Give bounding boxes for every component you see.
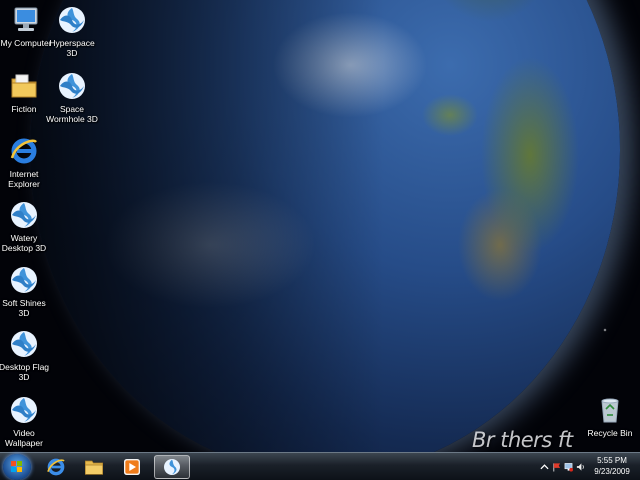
screensaver-icon — [8, 264, 40, 296]
screensaver-app-icon — [164, 459, 180, 475]
icon-label: Internet Explorer — [8, 169, 40, 189]
computer-icon — [10, 4, 42, 36]
internet-explorer-icon — [8, 135, 40, 167]
icon-label: Watery Desktop 3D — [1, 233, 47, 253]
icon-label: Video Wallpaper — [5, 428, 43, 448]
taskbar-media-player[interactable] — [114, 455, 150, 479]
desktop[interactable]: My Computer Hyperspace 3D Fiction Space … — [0, 0, 640, 452]
flag-icon[interactable] — [552, 462, 561, 472]
clock-time: 5:55 PM — [597, 456, 627, 465]
clock[interactable]: 5:55 PM 9/23/2009 — [588, 455, 636, 477]
screensaver-icon — [56, 4, 88, 36]
windows-start-icon — [11, 461, 22, 472]
system-tray — [540, 458, 590, 476]
desktop-icon-soft-shines-3d[interactable]: Soft Shines 3D — [0, 264, 54, 318]
screensaver-icon — [8, 328, 40, 360]
folder-icon — [85, 460, 103, 475]
network-icon[interactable] — [564, 462, 573, 472]
volume-icon[interactable] — [576, 462, 585, 472]
brothersoft-watermark: Br thers ft — [472, 428, 573, 452]
taskbar-windows-explorer[interactable] — [76, 455, 112, 479]
start-button[interactable] — [3, 454, 31, 480]
screensaver-icon — [56, 70, 88, 102]
icon-label: Fiction — [11, 104, 37, 114]
icon-label: Desktop Flag 3D — [0, 362, 50, 382]
recycle-bin-icon — [594, 394, 626, 426]
icon-label: Recycle Bin — [587, 428, 633, 438]
media-player-icon — [124, 459, 140, 475]
desktop-icon-video-wallpaper[interactable]: Video Wallpaper — [0, 394, 54, 448]
desktop-icon-internet-explorer[interactable]: Internet Explorer — [0, 135, 54, 189]
icon-label: Hyperspace 3D — [49, 38, 95, 58]
taskbar-screensaver-app[interactable] — [154, 455, 190, 479]
screensaver-icon — [8, 394, 40, 426]
icon-label: Soft Shines 3D — [2, 298, 46, 318]
screensaver-icon — [8, 199, 40, 231]
desktop-icon-recycle-bin[interactable]: Recycle Bin — [580, 394, 640, 438]
arrow-up-icon[interactable] — [540, 462, 549, 472]
clock-date: 9/23/2009 — [594, 467, 630, 476]
earth-shadow — [30, 0, 620, 452]
folder-icon — [8, 70, 40, 102]
icon-label: Space Wormhole 3D — [46, 104, 98, 124]
internet-explorer-icon — [47, 458, 65, 476]
desktop-icon-space-wormhole-3d[interactable]: Space Wormhole 3D — [42, 70, 102, 124]
desktop-icon-watery-desktop-3d[interactable]: Watery Desktop 3D — [0, 199, 54, 253]
desktop-icon-desktop-flag-3d[interactable]: Desktop Flag 3D — [0, 328, 54, 382]
taskbar: 5:55 PM 9/23/2009 — [0, 452, 640, 480]
taskbar-internet-explorer[interactable] — [38, 455, 74, 479]
brothersoft-logo: Br thers ft — [472, 428, 573, 452]
desktop-icon-hyperspace-3d[interactable]: Hyperspace 3D — [42, 4, 102, 58]
